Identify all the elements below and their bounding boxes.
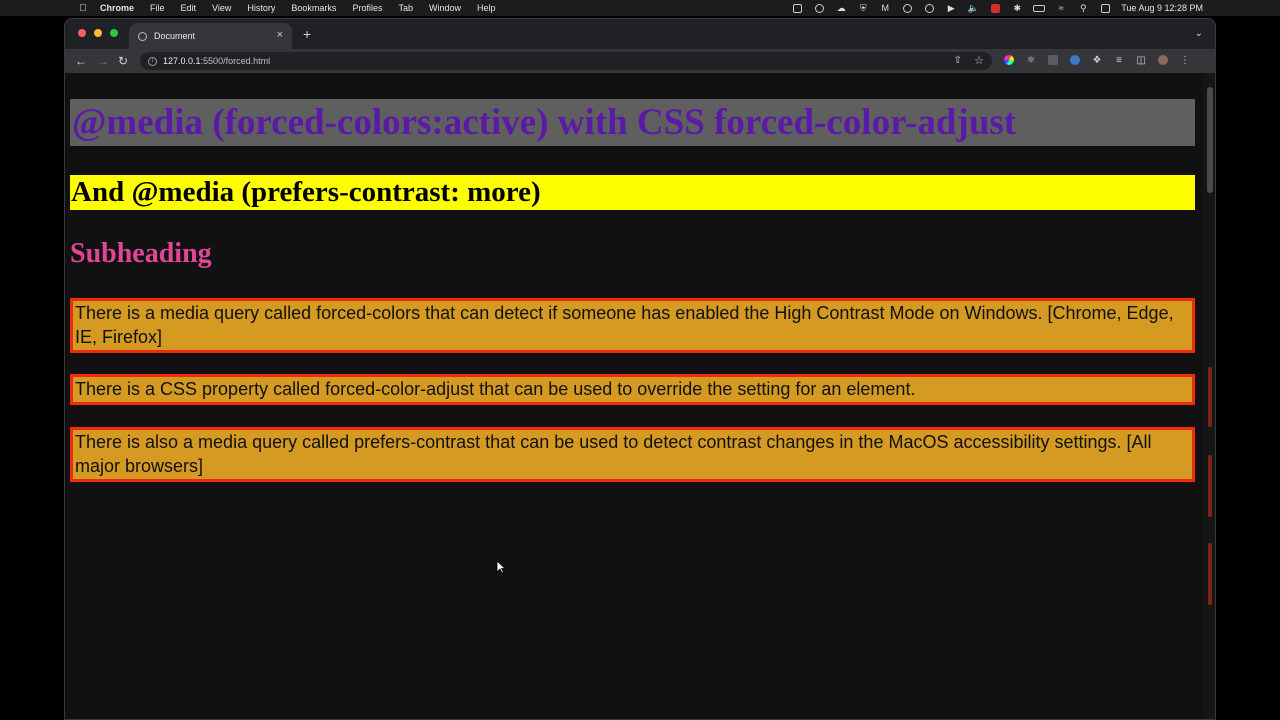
reading-list-icon[interactable]: ≡ [1113, 54, 1125, 66]
record-icon[interactable] [989, 3, 1001, 13]
menu-history[interactable]: History [247, 3, 275, 13]
menu-view[interactable]: View [212, 3, 231, 13]
menu-window[interactable]: Window [429, 3, 461, 13]
scrollbar-thumb[interactable] [1207, 87, 1213, 193]
tab-document[interactable]: Document × [129, 23, 292, 49]
url-path: :5500/forced.html [200, 56, 271, 66]
menu-edit[interactable]: Edit [181, 3, 197, 13]
close-tab-icon[interactable]: × [277, 30, 283, 41]
color-wheel-icon[interactable] [1003, 54, 1015, 66]
menu-help[interactable]: Help [477, 3, 496, 13]
paragraph-forced-colors: There is a media query called forced-col… [70, 298, 1195, 353]
circle-extension-icon[interactable] [1069, 54, 1081, 66]
sidebar-icon[interactable]: ◫ [1135, 54, 1147, 66]
tab-title: Document [154, 31, 196, 41]
paragraph-forced-color-adjust: There is a CSS property called forced-co… [70, 374, 1195, 405]
info-icon[interactable] [923, 3, 935, 13]
camera-icon[interactable] [791, 3, 803, 13]
puzzle-icon[interactable]: ❖ [1091, 54, 1103, 66]
globe-icon [138, 31, 147, 41]
zoom-window-button[interactable] [110, 29, 118, 37]
bookmark-star-icon[interactable]: ☆ [974, 54, 984, 67]
paragraph-prefers-contrast: There is also a media query called prefe… [70, 427, 1195, 482]
address-bar[interactable]: i 127.0.0.1:5500/forced.html ⇧ ☆ [140, 52, 992, 70]
scrollbar-marker [1208, 455, 1212, 517]
cloud-icon[interactable]: ☁ [835, 3, 847, 13]
close-window-button[interactable] [78, 29, 86, 37]
forward-button[interactable]: → [97, 53, 109, 69]
window-controls [78, 29, 118, 37]
globe-icon[interactable] [901, 3, 913, 13]
menu-bar-clock[interactable]: Tue Aug 9 12:28 PM [1121, 3, 1203, 13]
grid-extension-icon[interactable] [1047, 54, 1059, 66]
page-heading-1: @media (forced-colors:active) with CSS f… [70, 99, 1195, 146]
scrollbar-marker [1208, 367, 1212, 427]
page-subheading: Subheading [70, 238, 212, 269]
more-menu-icon[interactable]: ⋮ [1179, 54, 1191, 66]
share-icon[interactable]: ⇧ [954, 55, 962, 66]
tab-strip: Document × + ⌄ [65, 19, 1215, 49]
wifi-icon[interactable]: ≈ [1055, 3, 1067, 13]
scrollbar-marker [1208, 543, 1212, 605]
shield-icon[interactable]: ⛨ [857, 3, 869, 13]
page-viewport: @media (forced-colors:active) with CSS f… [65, 73, 1215, 719]
menu-file[interactable]: File [150, 3, 165, 13]
menu-bookmarks[interactable]: Bookmarks [291, 3, 336, 13]
play-icon[interactable]: ▶ [945, 3, 957, 13]
mail-icon[interactable]: M [879, 3, 891, 13]
vertical-scrollbar[interactable] [1203, 73, 1215, 719]
reload-button[interactable]: ↻ [118, 53, 128, 69]
browser-window: Document × + ⌄ ← → ↻ i 127.0.0.1:5500/fo… [64, 18, 1216, 720]
macos-menu-bar:  Chrome File Edit View History Bookmark… [0, 0, 1280, 16]
bluetooth-icon[interactable]: ✱ [1011, 3, 1023, 13]
menu-bar-status-area: ☁ ⛨ M ▶ 🔈 ✱ ≈ ⚲ Tue Aug 9 12:28 PM [791, 0, 1203, 16]
back-button[interactable]: ← [75, 53, 87, 69]
site-info-icon[interactable]: i [148, 56, 157, 66]
menu-profiles[interactable]: Profiles [352, 3, 382, 13]
app-menus: Chrome File Edit View History Bookmarks … [100, 3, 512, 13]
new-tab-button[interactable]: + [303, 27, 311, 41]
minimize-window-button[interactable] [94, 29, 102, 37]
control-center-icon[interactable] [1099, 3, 1111, 13]
menu-tab[interactable]: Tab [398, 3, 413, 13]
profile-avatar-icon[interactable] [1157, 54, 1169, 66]
battery-icon[interactable] [1033, 3, 1046, 13]
apple-icon[interactable]:  [77, 3, 89, 14]
cast-icon[interactable] [813, 3, 825, 13]
page-heading-2: And @media (prefers-contrast: more) [70, 175, 1195, 210]
browser-toolbar: ← → ↻ i 127.0.0.1:5500/forced.html ⇧ ☆ ⚛… [65, 49, 1215, 73]
search-icon[interactable]: ⚲ [1077, 3, 1089, 13]
volume-icon[interactable]: 🔈 [967, 3, 979, 13]
react-icon[interactable]: ⚛ [1025, 54, 1037, 66]
url-host: 127.0.0.1 [163, 56, 201, 66]
menu-app-name[interactable]: Chrome [100, 3, 134, 13]
chevron-down-icon[interactable]: ⌄ [1195, 28, 1203, 39]
